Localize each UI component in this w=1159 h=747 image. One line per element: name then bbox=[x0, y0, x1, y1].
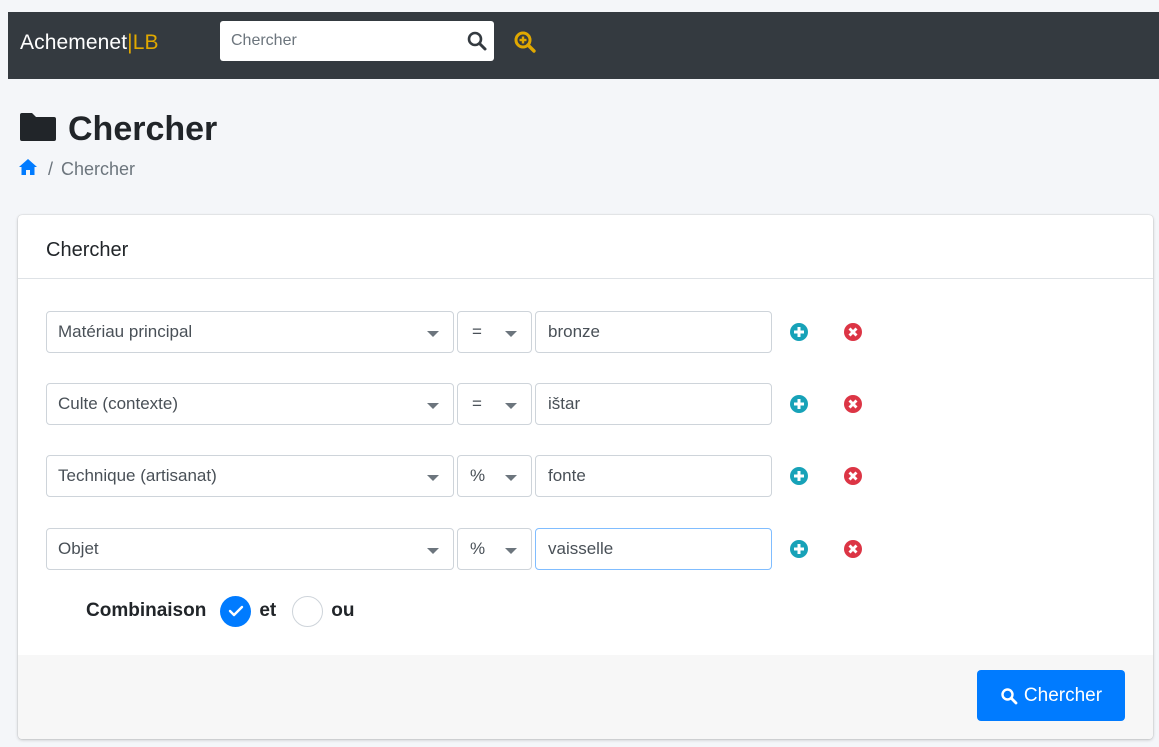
breadcrumb-current: Chercher bbox=[61, 158, 136, 179]
operator-select-value: % bbox=[470, 466, 486, 485]
caret-down-icon bbox=[505, 475, 517, 481]
field-select[interactable]: Objet bbox=[46, 528, 454, 570]
search-icon bbox=[1001, 687, 1018, 704]
field-select[interactable]: Matériau principal bbox=[46, 311, 454, 353]
times-circle-icon[interactable] bbox=[843, 466, 863, 486]
combination-group: Combinaison et ou bbox=[86, 593, 354, 629]
search-submit-button[interactable]: Chercher bbox=[977, 670, 1125, 721]
breadcrumb-separator: / bbox=[48, 158, 54, 179]
criteria-row: Objet % bbox=[46, 528, 866, 570]
caret-down-icon bbox=[427, 548, 439, 554]
operator-select[interactable]: % bbox=[457, 455, 532, 497]
caret-down-icon bbox=[505, 403, 517, 409]
brand-name: Achemenet bbox=[20, 31, 128, 54]
brand-suffix: LB bbox=[132, 31, 159, 54]
brand-logo[interactable]: Achemenet|LB bbox=[20, 31, 159, 55]
value-input[interactable] bbox=[535, 455, 772, 497]
operator-select-value: = bbox=[472, 394, 482, 413]
criteria-row: Matériau principal = bbox=[46, 311, 866, 353]
page-title: Chercher bbox=[68, 109, 218, 148]
card-footer: Chercher bbox=[18, 655, 1153, 739]
page-header: Chercher bbox=[18, 107, 217, 151]
operator-select[interactable]: = bbox=[457, 311, 532, 353]
search-card: Chercher Matériau principal = Culte (con… bbox=[18, 215, 1153, 739]
radio-ou-label[interactable]: ou bbox=[331, 600, 354, 622]
criteria-row: Culte (contexte) = bbox=[46, 383, 866, 425]
field-select-value: Technique (artisanat) bbox=[58, 466, 217, 485]
plus-circle-icon[interactable] bbox=[789, 394, 809, 414]
caret-down-icon bbox=[427, 475, 439, 481]
navbar-search bbox=[220, 21, 494, 61]
caret-down-icon bbox=[505, 331, 517, 337]
radio-et[interactable] bbox=[220, 595, 252, 627]
top-navbar: Achemenet|LB bbox=[8, 12, 1159, 79]
search-plus-icon[interactable] bbox=[513, 30, 537, 54]
card-header: Chercher bbox=[18, 215, 1153, 279]
operator-select-value: % bbox=[470, 539, 486, 558]
check-icon bbox=[228, 605, 244, 617]
breadcrumb: / Chercher bbox=[18, 157, 135, 181]
plus-circle-icon[interactable] bbox=[789, 322, 809, 342]
value-input[interactable] bbox=[535, 383, 772, 425]
search-icon[interactable] bbox=[466, 30, 488, 52]
combination-label: Combinaison bbox=[86, 600, 207, 621]
radio-et-label[interactable]: et bbox=[259, 600, 276, 622]
folder-icon bbox=[18, 111, 68, 148]
radio-ou[interactable] bbox=[292, 595, 324, 627]
field-select-value: Objet bbox=[58, 539, 99, 558]
value-input[interactable] bbox=[535, 528, 772, 570]
caret-down-icon bbox=[505, 548, 517, 554]
caret-down-icon bbox=[427, 331, 439, 337]
operator-select[interactable]: = bbox=[457, 383, 532, 425]
operator-select[interactable]: % bbox=[457, 528, 532, 570]
times-circle-icon[interactable] bbox=[843, 322, 863, 342]
card-title: Chercher bbox=[46, 239, 129, 261]
field-select[interactable]: Culte (contexte) bbox=[46, 383, 454, 425]
caret-down-icon bbox=[427, 403, 439, 409]
plus-circle-icon[interactable] bbox=[789, 539, 809, 559]
navbar-search-input[interactable] bbox=[220, 21, 456, 61]
search-submit-label: Chercher bbox=[1023, 684, 1103, 706]
times-circle-icon[interactable] bbox=[843, 539, 863, 559]
times-circle-icon[interactable] bbox=[843, 394, 863, 414]
criteria-row: Technique (artisanat) % bbox=[46, 455, 866, 497]
plus-circle-icon[interactable] bbox=[789, 466, 809, 486]
home-icon[interactable] bbox=[18, 158, 38, 181]
field-select[interactable]: Technique (artisanat) bbox=[46, 455, 454, 497]
value-input[interactable] bbox=[535, 311, 772, 353]
field-select-value: Matériau principal bbox=[58, 322, 193, 341]
operator-select-value: = bbox=[472, 322, 482, 341]
field-select-value: Culte (contexte) bbox=[58, 394, 178, 413]
